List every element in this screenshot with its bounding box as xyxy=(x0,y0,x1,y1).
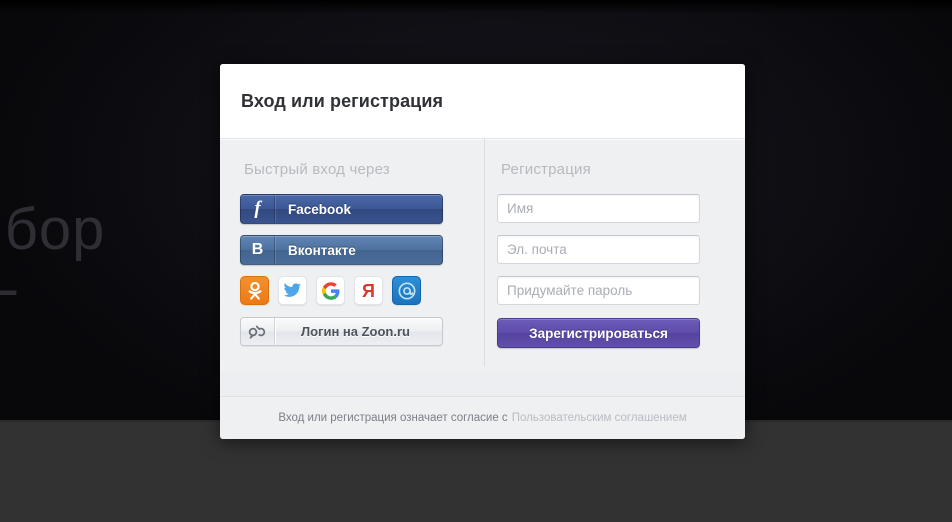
page-title: Вход или регистрация xyxy=(241,90,444,111)
registration-column: Регистрация Зарегистрироваться xyxy=(497,161,725,372)
footer-agreement-text: Вход или регистрация означает согласие с xyxy=(278,412,508,424)
background-heading-fragment-2: Г xyxy=(0,279,19,344)
modal-header: Вход или регистрация xyxy=(220,64,745,139)
google-icon[interactable] xyxy=(316,276,345,305)
vkontakte-login-button[interactable]: В Вконтакте xyxy=(240,235,443,265)
modal-body: Быстрый вход через f Facebook В Вконтакт… xyxy=(220,139,745,372)
name-field[interactable] xyxy=(497,194,700,223)
yandex-icon[interactable]: Я xyxy=(354,276,383,305)
password-field[interactable] xyxy=(497,276,700,305)
background-heading-fragment-1: ыбор xyxy=(0,197,106,262)
vkontakte-icon: В xyxy=(241,236,275,264)
column-divider xyxy=(484,139,485,366)
register-button[interactable]: Зарегистрироваться xyxy=(497,318,700,348)
zoon-logo-icon xyxy=(241,318,275,345)
zoon-login-label: Логин на Zoon.ru xyxy=(300,324,410,339)
login-register-modal: Вход или регистрация Быстрый вход через … xyxy=(220,64,745,439)
yandex-glyph: Я xyxy=(362,280,375,301)
registration-heading: Регистрация xyxy=(501,161,591,178)
user-agreement-link[interactable]: Пользовательским соглашением xyxy=(512,412,687,424)
facebook-icon: f xyxy=(241,195,275,223)
zoon-login-button[interactable]: Логин на Zoon.ru xyxy=(240,317,443,346)
facebook-login-button[interactable]: f Facebook xyxy=(240,194,443,224)
email-field[interactable] xyxy=(497,235,700,264)
social-icon-row: Я xyxy=(240,276,468,305)
social-login-heading: Быстрый вход через xyxy=(244,161,390,178)
mailru-icon[interactable] xyxy=(392,276,421,305)
modal-footer: Вход или регистрация означает согласие с… xyxy=(220,396,745,439)
social-login-column: Быстрый вход через f Facebook В Вконтакт… xyxy=(240,161,468,372)
vkontakte-button-label: Вконтакте xyxy=(288,242,356,258)
facebook-button-label: Facebook xyxy=(288,201,352,217)
twitter-icon[interactable] xyxy=(278,276,307,305)
odnoklassniki-icon[interactable] xyxy=(240,276,269,305)
